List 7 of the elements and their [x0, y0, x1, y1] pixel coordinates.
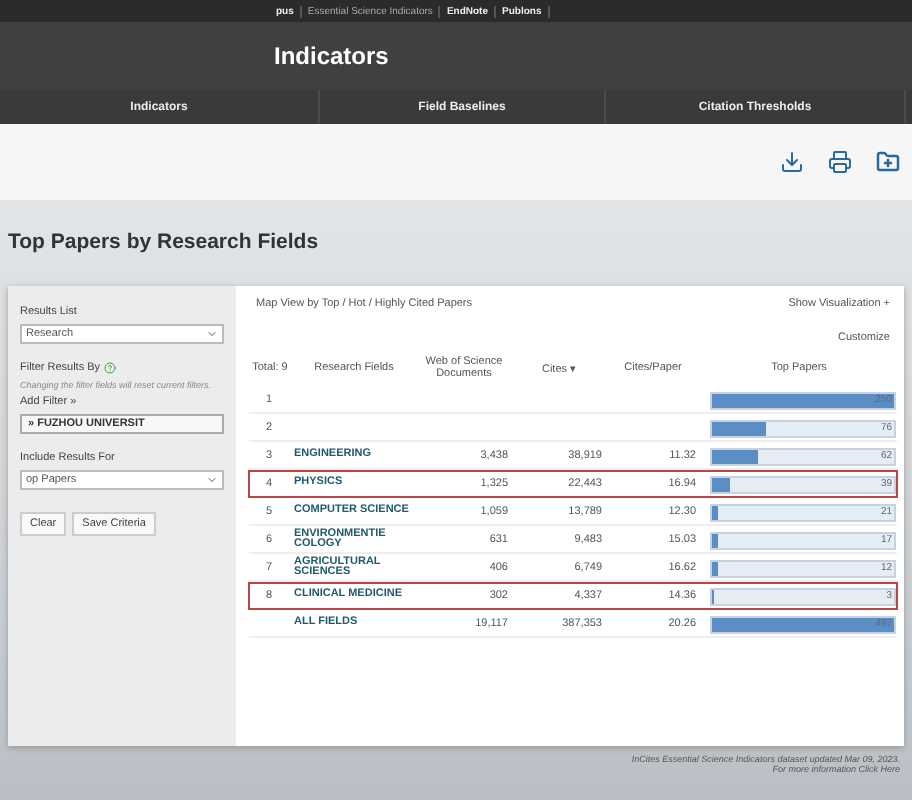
chevron-down-icon [206, 328, 218, 340]
download-icon[interactable] [780, 150, 804, 174]
app-title: Indicators [274, 42, 389, 70]
chevron-down-icon [206, 474, 218, 486]
print-icon[interactable] [828, 150, 852, 174]
page-title: Top Papers by Research Fields [6, 228, 321, 258]
folder-add-icon[interactable] [876, 150, 900, 174]
